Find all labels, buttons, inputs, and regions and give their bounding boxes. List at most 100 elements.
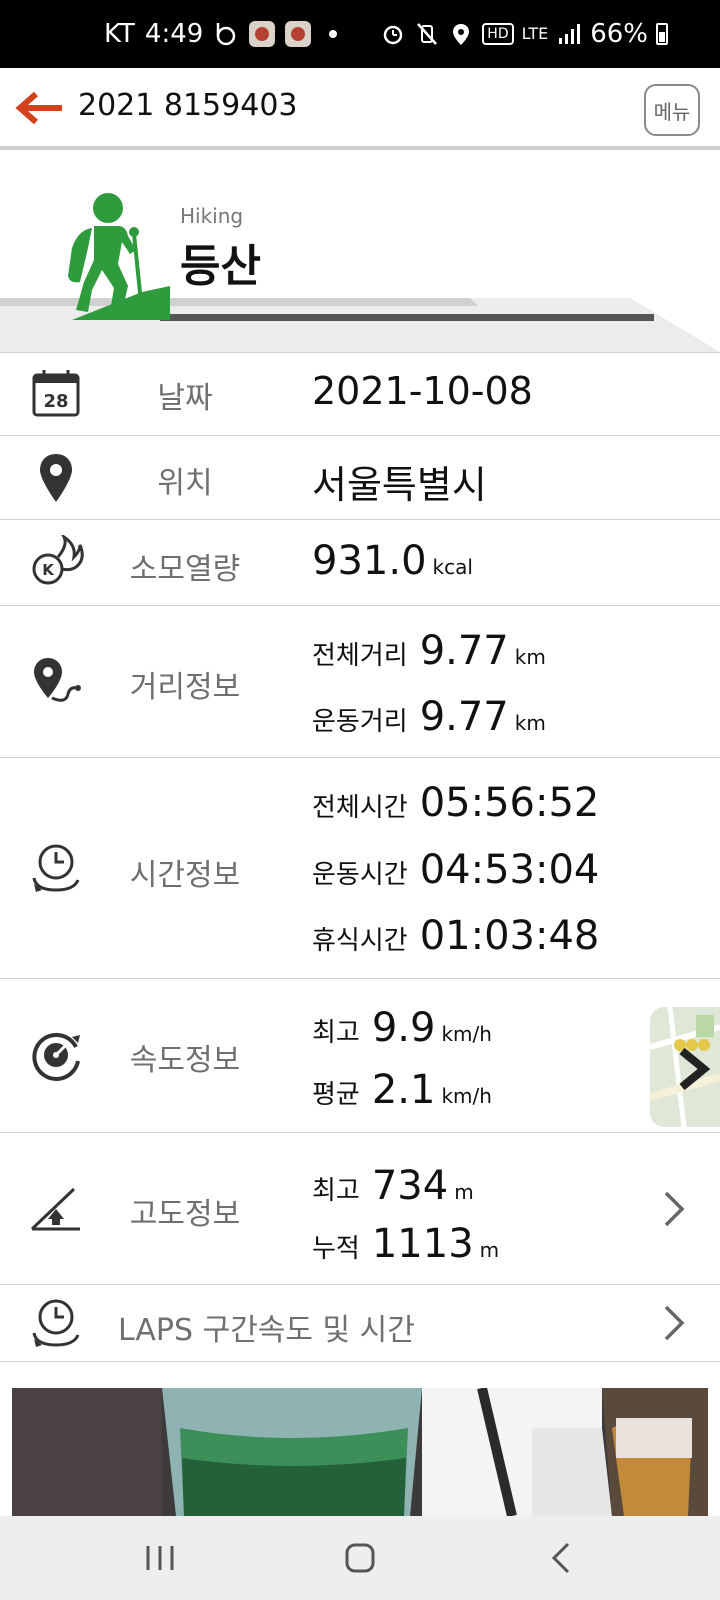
speed-row[interactable]: 속도정보 최고 9.9 km/h 평균 2.1 km/h xyxy=(0,978,720,1132)
location-value: 서울특별시 xyxy=(312,463,487,507)
network-type: LTE xyxy=(521,24,549,43)
calorie-flame-icon: K xyxy=(32,535,84,585)
chevron-right-icon xyxy=(664,1191,685,1227)
menu-button[interactable]: 메뉴 xyxy=(644,84,700,136)
distance-label: 거리정보 xyxy=(129,670,241,705)
location-status-icon xyxy=(453,24,470,45)
time-row: 시간정보 전체시간 05:56:52 운동시간 04:53:04 휴식시간 01… xyxy=(0,757,720,978)
max-speed-unit: km/h xyxy=(441,1022,492,1046)
avg-speed-line: 평균 2.1 km/h xyxy=(312,1067,492,1113)
distance-route-icon xyxy=(34,658,81,702)
total-distance-line: 전체거리 9.77 km xyxy=(312,628,546,674)
calories-value: 931.0 xyxy=(312,538,427,584)
notification-icon xyxy=(249,21,276,47)
exercise-distance-line: 운동거리 9.77 km xyxy=(312,694,546,740)
date-row: 28 날짜 2021-10-08 xyxy=(0,352,720,435)
exercise-distance-value: 9.77 xyxy=(419,694,509,740)
map-thumbnail-icon xyxy=(650,1007,720,1127)
speedometer-icon xyxy=(32,1032,80,1081)
hiker-icon xyxy=(68,193,170,320)
cumulative-altitude-value: 1113 xyxy=(371,1221,474,1267)
rest-time-label: 휴식시간 xyxy=(312,926,408,956)
calendar-icon: 28 xyxy=(32,370,80,417)
total-time-line: 전체시간 05:56:52 xyxy=(312,780,599,826)
activity-name-ko: 등산 xyxy=(180,241,261,292)
rest-time-line: 휴식시간 01:03:48 xyxy=(312,913,599,959)
date-label: 날짜 xyxy=(157,381,213,416)
location-pin-icon xyxy=(40,454,72,502)
clock: 4:49 xyxy=(144,19,204,49)
location-label: 위치 xyxy=(157,466,213,501)
max-speed-label: 최고 xyxy=(312,1018,360,1048)
battery-percent: 66% xyxy=(590,19,648,49)
max-speed-line: 최고 9.9 km/h xyxy=(312,1005,492,1051)
chevron-right-icon xyxy=(664,1305,685,1341)
map-thumbnail-button[interactable] xyxy=(650,1007,720,1127)
carrier: KT xyxy=(104,19,135,49)
calories-label: 소모열량 xyxy=(129,552,241,587)
laps-clock-icon xyxy=(32,1299,80,1347)
total-distance-value: 9.77 xyxy=(419,628,509,674)
time-label: 시간정보 xyxy=(129,858,241,893)
total-distance-label: 전체거리 xyxy=(312,641,408,671)
b-app-icon xyxy=(217,23,236,46)
altitude-row[interactable]: 고도정보 최고 734 m 누적 1113 m xyxy=(0,1132,720,1284)
location-row: 위치 서울특별시 xyxy=(0,435,720,519)
system-nav-bar xyxy=(0,1516,720,1600)
altitude-angle-icon xyxy=(30,1187,80,1231)
more-notifications-dot-icon xyxy=(329,30,338,38)
alarm-icon xyxy=(384,25,403,45)
status-right: HD LTE 66% xyxy=(380,0,668,68)
altitude-label: 고도정보 xyxy=(129,1197,241,1232)
status-left: KT 4:49 xyxy=(104,0,338,68)
status-bar: KT 4:49 HD LTE 66% xyxy=(0,0,720,68)
total-time-value: 05:56:52 xyxy=(419,780,600,826)
battery-icon xyxy=(656,23,668,45)
mute-vibrate-icon xyxy=(417,23,438,45)
avg-speed-value: 2.1 xyxy=(371,1067,436,1113)
exercise-distance-label: 운동거리 xyxy=(312,707,408,737)
back-arrow-icon[interactable] xyxy=(14,88,64,128)
laps-row[interactable]: LAPS 구간속도 및 시간 xyxy=(0,1284,720,1362)
notification-icon xyxy=(285,21,312,47)
record-title: 2021 8159403 xyxy=(78,88,298,123)
exercise-time-value: 04:53:04 xyxy=(419,847,600,893)
calendar-day: 28 xyxy=(43,391,68,412)
distance-row: 거리정보 전체거리 9.77 km 운동거리 9.77 km xyxy=(0,605,720,757)
calories-row: K 소모열량 931.0 kcal xyxy=(0,519,720,605)
recent-apps-icon[interactable] xyxy=(138,1538,182,1578)
max-altitude-unit: m xyxy=(454,1180,474,1204)
calories-unit: kcal xyxy=(432,555,473,579)
date-value: 2021-10-08 xyxy=(312,369,533,413)
svg-text:K: K xyxy=(42,561,55,579)
calories-line: 931.0 kcal xyxy=(312,538,473,584)
rest-time-value: 01:03:48 xyxy=(419,913,600,959)
activity-banner: Hiking 등산 xyxy=(0,154,720,352)
activity-photo[interactable] xyxy=(12,1388,708,1516)
photo-image xyxy=(12,1388,708,1516)
activity-name-en: Hiking xyxy=(180,204,244,228)
back-nav-icon[interactable] xyxy=(540,1538,584,1578)
hd-voice-badge: HD xyxy=(482,23,514,45)
cumulative-altitude-line: 누적 1113 m xyxy=(312,1221,499,1267)
exercise-time-label: 운동시간 xyxy=(312,860,408,890)
max-speed-value: 9.9 xyxy=(371,1005,436,1051)
avg-speed-label: 평균 xyxy=(312,1080,360,1110)
max-altitude-value: 734 xyxy=(371,1163,449,1209)
avg-speed-unit: km/h xyxy=(441,1084,492,1108)
signal-icon xyxy=(559,24,581,44)
laps-label: LAPS 구간속도 및 시간 xyxy=(118,1313,415,1348)
max-altitude-label: 최고 xyxy=(312,1176,360,1206)
total-time-label: 전체시간 xyxy=(312,793,408,823)
speed-label: 속도정보 xyxy=(129,1043,241,1078)
cumulative-altitude-unit: m xyxy=(479,1238,500,1262)
clock-icon xyxy=(32,844,80,892)
home-icon[interactable] xyxy=(338,1538,382,1578)
exercise-distance-unit: km xyxy=(514,711,546,735)
detail-list: 28 날짜 2021-10-08 위치 서울특별시 K 소모열량 931.0 k… xyxy=(0,352,720,1362)
max-altitude-line: 최고 734 m xyxy=(312,1163,474,1209)
total-distance-unit: km xyxy=(514,645,546,669)
exercise-time-line: 운동시간 04:53:04 xyxy=(312,847,599,893)
cumulative-altitude-label: 누적 xyxy=(312,1234,360,1264)
app-bar: 2021 8159403 메뉴 xyxy=(0,68,720,150)
